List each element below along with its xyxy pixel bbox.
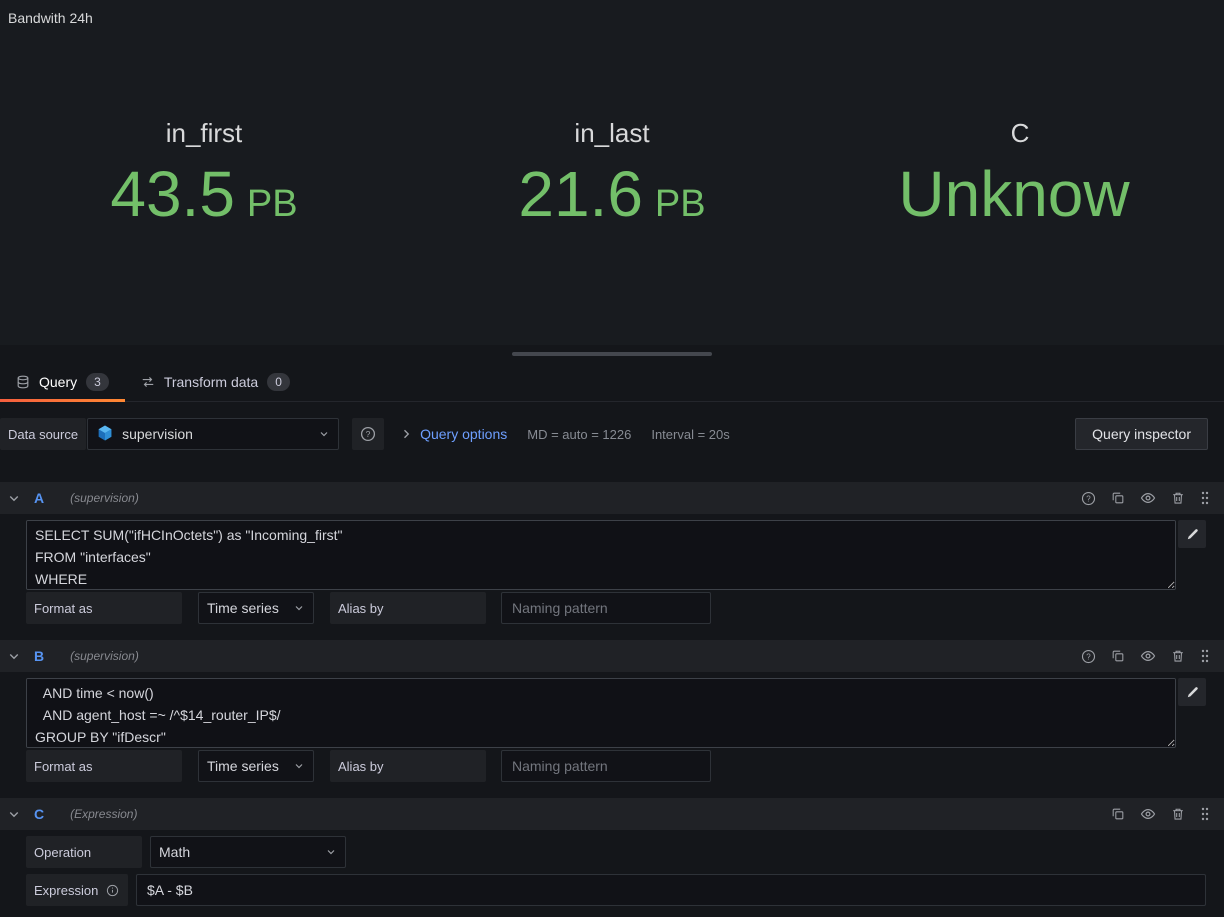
format-as-select[interactable]: Time series	[198, 592, 314, 624]
stat-value: 43.5	[110, 161, 235, 228]
delete-query-trash-icon[interactable]	[1171, 649, 1185, 663]
query-row-a: A (supervision) ?	[0, 482, 1224, 624]
stat-in-last: in_last 21.6 PB	[408, 118, 816, 228]
max-data-points-summary: MD = auto = 1226	[527, 427, 631, 442]
format-as-label: Format as	[26, 592, 182, 624]
svg-text:?: ?	[366, 429, 371, 439]
delete-query-trash-icon[interactable]	[1171, 807, 1185, 821]
transform-icon	[141, 375, 155, 389]
stat-label: C	[1011, 118, 1030, 149]
stat-panel: Bandwith 24h in_first 43.5 PB in_last 21…	[0, 0, 1224, 345]
datasource-label: Data source	[0, 418, 86, 450]
chevron-down-icon	[293, 760, 305, 772]
delete-query-trash-icon[interactable]	[1171, 491, 1185, 505]
drag-handle-icon[interactable]	[1200, 806, 1210, 822]
query-ref-id[interactable]: A	[34, 490, 44, 506]
duplicate-query-icon[interactable]	[1111, 491, 1125, 505]
tab-query[interactable]: Query 3	[0, 363, 125, 401]
hide-query-eye-icon[interactable]	[1140, 806, 1156, 822]
datasource-logo-icon	[96, 424, 114, 445]
interval-summary: Interval = 20s	[651, 427, 729, 442]
database-icon	[16, 375, 30, 389]
tab-label: Query	[39, 374, 77, 390]
duplicate-query-icon[interactable]	[1111, 649, 1125, 663]
query-ref-id[interactable]: C	[34, 806, 44, 822]
drag-handle-icon[interactable]	[1200, 648, 1210, 664]
transform-count-badge: 0	[267, 373, 290, 391]
query-row-header: C (Expression)	[0, 798, 1224, 830]
drag-handle-icon[interactable]	[1200, 490, 1210, 506]
query-options-toggle[interactable]: Query options MD = auto = 1226 Interval …	[400, 426, 730, 442]
datasource-picker[interactable]: supervision	[87, 418, 339, 450]
query-datasource-name: (Expression)	[70, 807, 137, 821]
toggle-editor-mode-pencil-icon[interactable]	[1178, 520, 1206, 548]
alias-by-label: Alias by	[330, 750, 486, 782]
stat-in-first: in_first 43.5 PB	[0, 118, 408, 228]
query-datasource-name: (supervision)	[70, 491, 139, 505]
stat-value: 21.6	[518, 161, 643, 228]
query-help-icon[interactable]: ?	[1081, 649, 1096, 664]
query-ref-id[interactable]: B	[34, 648, 44, 664]
stat-values: in_first 43.5 PB in_last 21.6 PB C Unkno…	[0, 118, 1224, 228]
stat-label: in_first	[166, 118, 243, 149]
pane-splitter[interactable]	[0, 345, 1224, 363]
alias-by-input[interactable]	[501, 592, 711, 624]
query-b-raw-editor[interactable]: AND time < now() AND agent_host =~ /^$14…	[26, 678, 1176, 748]
query-row-c: C (Expression) Operation	[0, 798, 1224, 906]
operation-select[interactable]: Math	[150, 836, 346, 868]
datasource-help-button[interactable]: ?	[352, 418, 384, 450]
svg-text:?: ?	[1086, 494, 1091, 503]
stat-unit: PB	[247, 183, 298, 226]
format-as-label: Format as	[26, 750, 182, 782]
info-circle-icon[interactable]	[106, 884, 119, 897]
query-row-header: B (supervision) ?	[0, 640, 1224, 672]
operation-label: Operation	[26, 836, 142, 868]
query-datasource-name: (supervision)	[70, 649, 139, 663]
editor-tabs: Query 3 Transform data 0	[0, 363, 1224, 402]
chevron-down-icon[interactable]	[8, 650, 20, 662]
format-as-select[interactable]: Time series	[198, 750, 314, 782]
svg-text:?: ?	[1086, 652, 1091, 661]
toggle-editor-mode-pencil-icon[interactable]	[1178, 678, 1206, 706]
stat-value: Unknow	[898, 161, 1129, 228]
query-count-badge: 3	[86, 373, 109, 391]
chevron-right-icon	[400, 428, 412, 440]
query-help-icon[interactable]: ?	[1081, 491, 1096, 506]
datasource-selected: supervision	[122, 426, 193, 442]
chevron-down-icon	[293, 602, 305, 614]
chevron-down-icon[interactable]	[8, 808, 20, 820]
tab-transform-data[interactable]: Transform data 0	[125, 363, 306, 401]
query-inspector-button[interactable]: Query inspector	[1075, 418, 1208, 450]
alias-by-input[interactable]	[501, 750, 711, 782]
query-options-label: Query options	[420, 426, 507, 442]
expression-input[interactable]	[136, 874, 1206, 906]
query-a-raw-editor[interactable]: SELECT SUM("ifHCInOctets") as "Incoming_…	[26, 520, 1176, 590]
chevron-down-icon[interactable]	[8, 492, 20, 504]
hide-query-eye-icon[interactable]	[1140, 490, 1156, 506]
tab-label: Transform data	[164, 374, 258, 390]
hide-query-eye-icon[interactable]	[1140, 648, 1156, 664]
chevron-down-icon	[318, 428, 330, 440]
stat-c: C Unknow	[816, 118, 1224, 228]
chevron-down-icon	[325, 846, 337, 858]
stat-unit: PB	[655, 183, 706, 226]
query-row-b: B (supervision) ?	[0, 640, 1224, 782]
panel-title: Bandwith 24h	[0, 0, 1224, 36]
datasource-bar: Data source supervision ?	[0, 418, 1208, 450]
resize-handle[interactable]	[512, 352, 712, 356]
stat-label: in_last	[574, 118, 649, 149]
expression-label: Expression	[26, 874, 128, 906]
duplicate-query-icon[interactable]	[1111, 807, 1125, 821]
alias-by-label: Alias by	[330, 592, 486, 624]
panel-editor: Bandwith 24h in_first 43.5 PB in_last 21…	[0, 0, 1224, 917]
query-row-header: A (supervision) ?	[0, 482, 1224, 514]
